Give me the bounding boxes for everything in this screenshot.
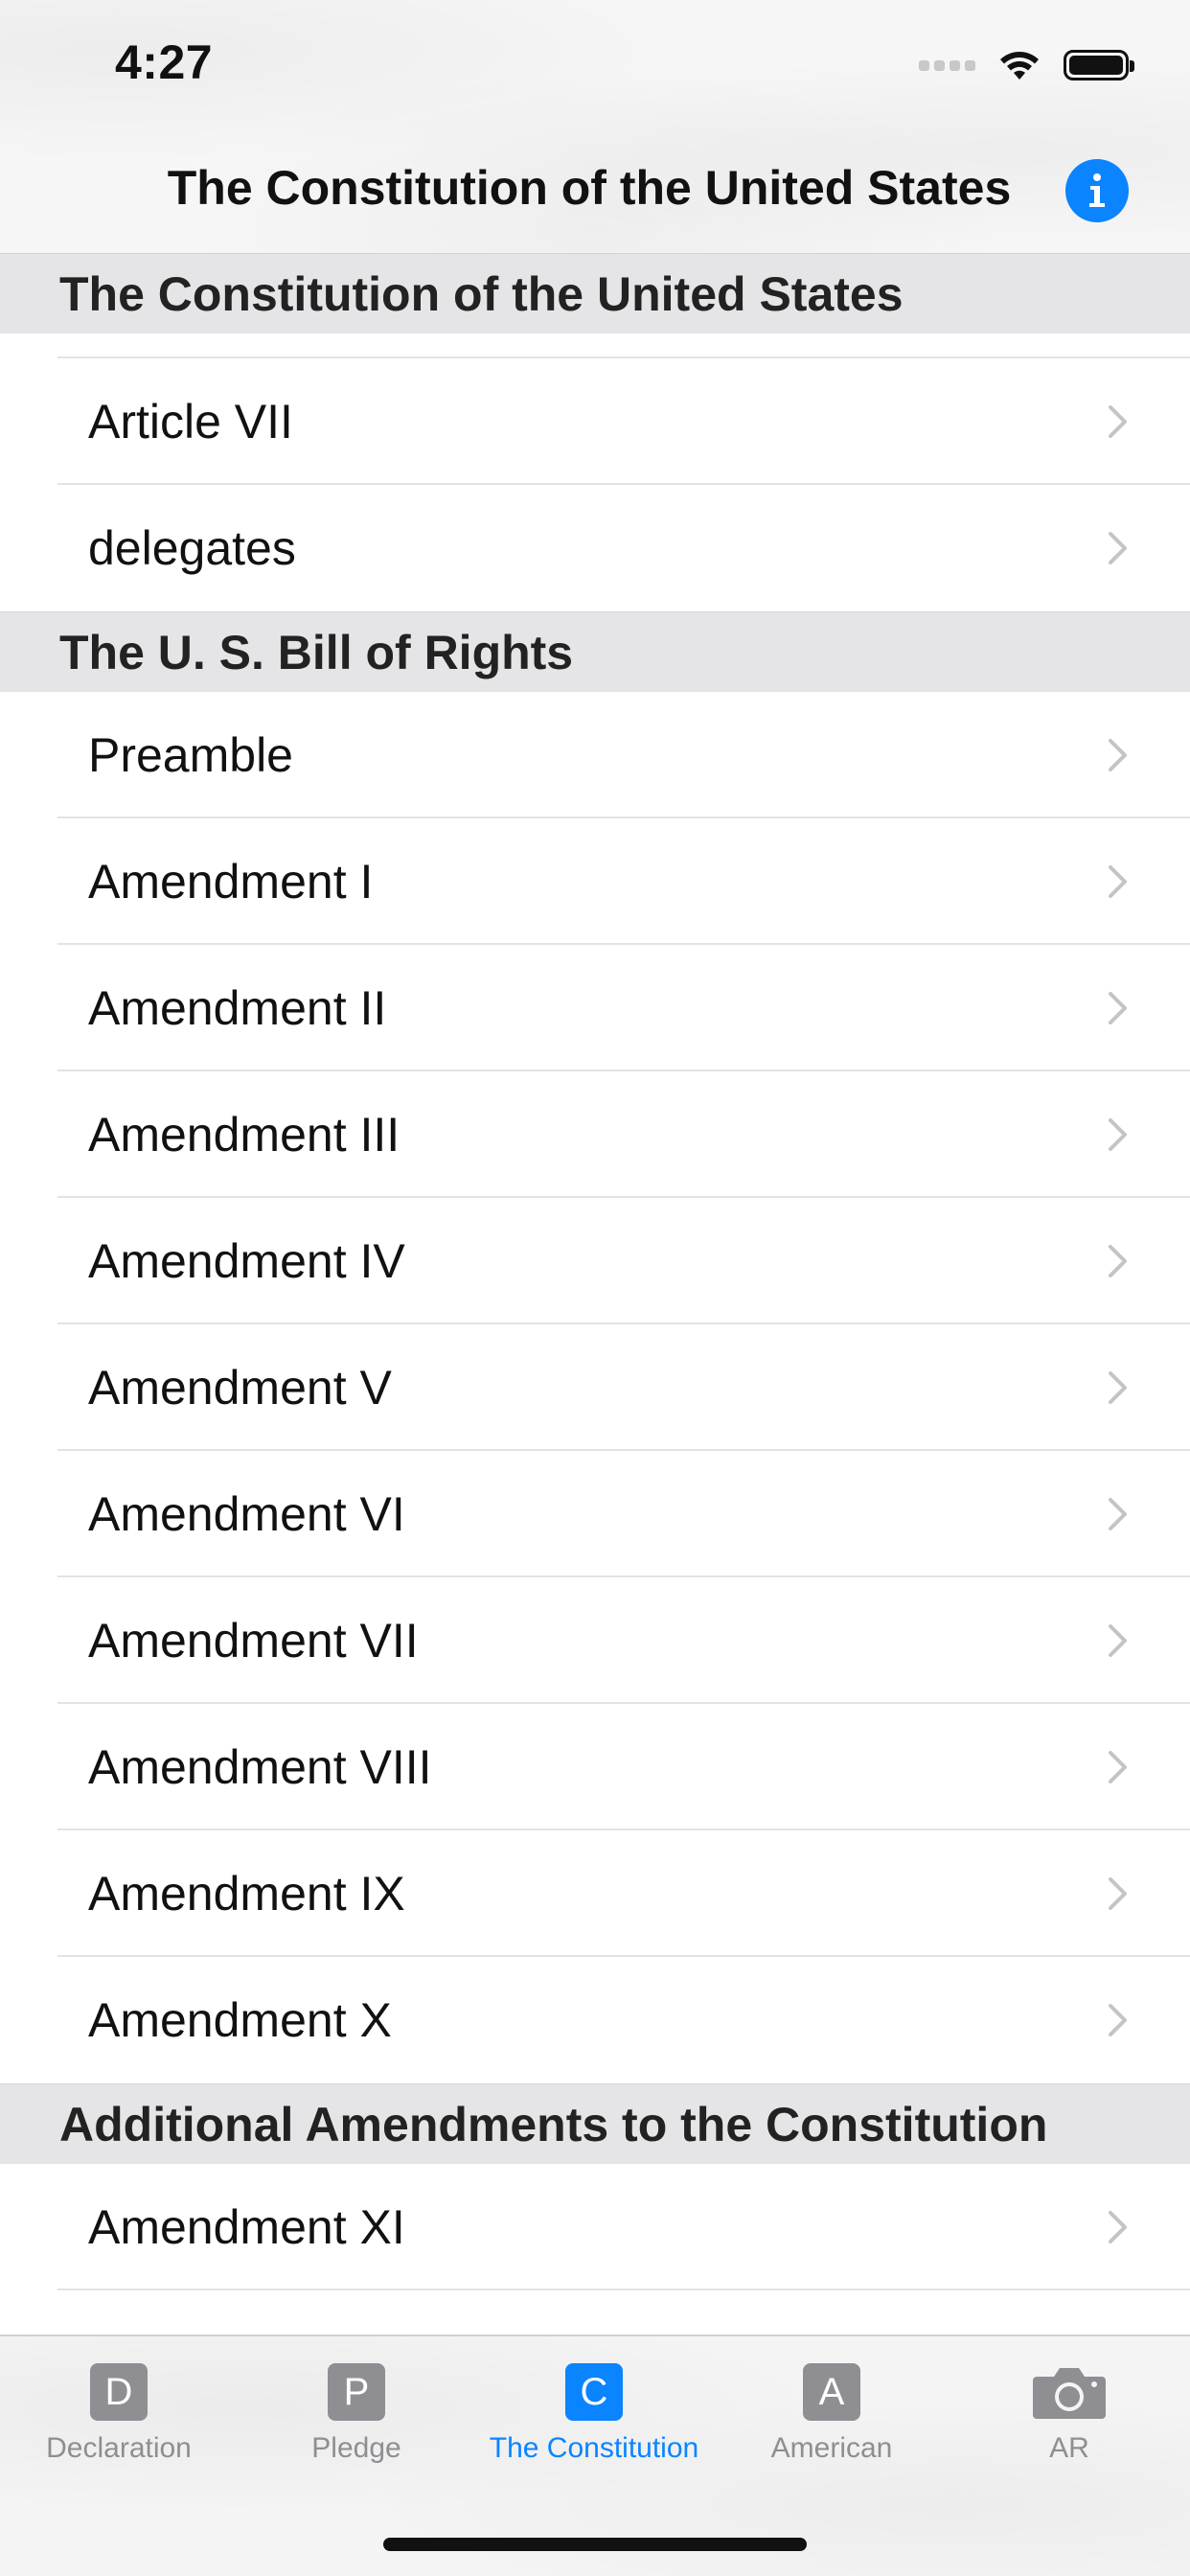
chevron-right-icon	[1108, 404, 1129, 439]
row-label: Amendment III	[88, 1108, 400, 1162]
table-row[interactable]: Amendment II	[0, 945, 1190, 1071]
row-label: Amendment X	[88, 1993, 392, 2047]
chevron-right-icon	[1108, 1244, 1129, 1278]
table-row[interactable]: Amendment I	[0, 818, 1190, 945]
table-row[interactable]: Amendment X	[0, 1957, 1190, 2083]
chevron-right-icon	[1108, 1370, 1129, 1405]
wifi-icon	[1000, 52, 1039, 80]
status-indicators	[919, 46, 1134, 84]
table-row[interactable]: delegates	[0, 485, 1190, 611]
chevron-right-icon	[1108, 1876, 1129, 1911]
page-title: The Constitution of the United States	[167, 161, 1012, 215]
row-label: Article VII	[88, 395, 293, 448]
row-label: Preamble	[88, 728, 293, 782]
chevron-right-icon	[1108, 991, 1129, 1025]
row-label: Amendment VII	[88, 1614, 419, 1668]
table-row[interactable]: Article VII	[0, 358, 1190, 485]
chevron-right-icon	[1108, 2210, 1129, 2244]
chevron-right-icon	[1108, 864, 1129, 899]
chevron-right-icon	[1108, 1623, 1129, 1658]
row-label: Amendment VIII	[88, 1740, 432, 1794]
camera-icon	[1031, 2363, 1108, 2421]
home-indicator	[383, 2538, 807, 2551]
table-row[interactable]: Amendment III	[0, 1071, 1190, 1198]
tab-label: Pledge	[311, 2432, 401, 2464]
section-header: Additional Amendments to the Constitutio…	[0, 2083, 1190, 2164]
table-row[interactable]: Amendment IX	[0, 1830, 1190, 1957]
info-icon	[1089, 173, 1105, 207]
tab-letter-icon: P	[328, 2363, 385, 2421]
cellular-signal-icon	[919, 59, 975, 71]
chevron-right-icon	[1108, 1750, 1129, 1784]
table-row[interactable]: Amendment V	[0, 1324, 1190, 1451]
tab-label: The Constitution	[489, 2432, 699, 2464]
table-row[interactable]: Amendment IV	[0, 1198, 1190, 1324]
tab-letter-icon: C	[565, 2363, 623, 2421]
table-row[interactable]: Preamble	[0, 692, 1190, 818]
table-row[interactable]: Amendment XI	[0, 2164, 1190, 2290]
scrolled-row-edge	[0, 334, 1190, 358]
tab-label: American	[770, 2432, 893, 2464]
tab-label: AR	[1049, 2432, 1089, 2464]
section-header: The U. S. Bill of Rights	[0, 611, 1190, 692]
chevron-right-icon	[1108, 738, 1129, 772]
tab-pledge[interactable]: P Pledge	[238, 2363, 475, 2465]
status-time: 4:27	[115, 35, 214, 89]
table-row[interactable]: Amendment VIII	[0, 1704, 1190, 1830]
chevron-right-icon	[1108, 2003, 1129, 2037]
row-label: Amendment IV	[88, 1234, 405, 1288]
chevron-right-icon	[1108, 1117, 1129, 1152]
tab-label: Declaration	[46, 2432, 192, 2464]
row-label: delegates	[88, 521, 296, 575]
row-label: Amendment VI	[88, 1487, 405, 1541]
battery-icon	[1064, 50, 1134, 80]
tab-declaration[interactable]: D Declaration	[0, 2363, 238, 2465]
tab-american[interactable]: A American	[713, 2363, 950, 2465]
tab-letter-icon: D	[90, 2363, 148, 2421]
chevron-right-icon	[1108, 1497, 1129, 1531]
row-label: Amendment V	[88, 1361, 392, 1414]
constitution-table: The Constitution of the United States Art…	[0, 253, 1190, 2290]
tab-ar[interactable]: AR	[950, 2363, 1188, 2465]
section-header: The Constitution of the United States	[0, 253, 1190, 334]
tab-letter-icon: A	[803, 2363, 860, 2421]
row-label: Amendment I	[88, 855, 374, 908]
row-label: Amendment XI	[88, 2200, 405, 2254]
row-label: Amendment IX	[88, 1867, 405, 1920]
table-row[interactable]: Amendment VII	[0, 1577, 1190, 1704]
tab-the-constitution[interactable]: C The Constitution	[475, 2363, 713, 2465]
table-row[interactable]: Amendment VI	[0, 1451, 1190, 1577]
row-label: Amendment II	[88, 981, 387, 1035]
chevron-right-icon	[1108, 531, 1129, 565]
info-button[interactable]	[1065, 159, 1129, 222]
